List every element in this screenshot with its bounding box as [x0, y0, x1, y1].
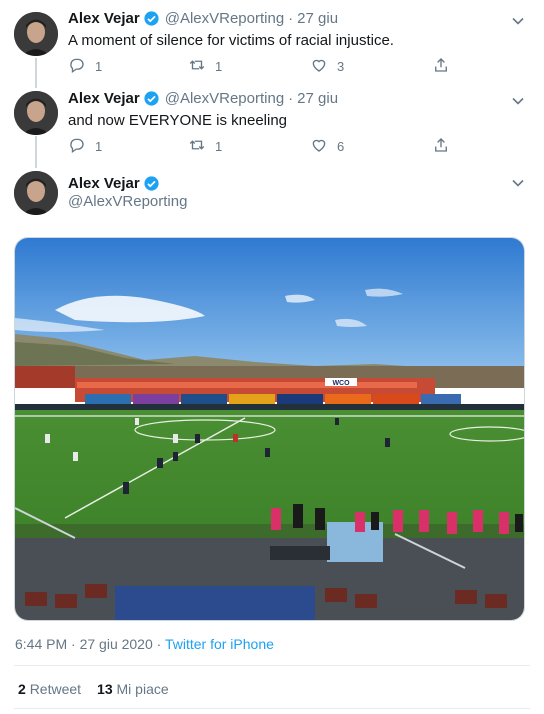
- retweets-stat[interactable]: 2 Retweet: [18, 681, 81, 697]
- share-icon: [432, 136, 459, 157]
- tweet-meta: 6:44 PM · 27 giu 2020 · Twitter for iPho…: [15, 636, 274, 652]
- share-button[interactable]: [432, 56, 459, 77]
- like-icon: [310, 56, 337, 77]
- tweet-time[interactable]: 27 giu: [297, 90, 338, 107]
- author-handle[interactable]: @AlexVReporting: [165, 10, 284, 27]
- retweet-count: 1: [215, 139, 223, 154]
- author-handle[interactable]: @AlexVReporting: [68, 193, 187, 210]
- tweet-source-link[interactable]: Twitter for iPhone: [165, 636, 274, 652]
- like-button[interactable]: 3: [310, 56, 344, 77]
- likes-label: Mi piace: [116, 681, 169, 697]
- like-count: 6: [337, 139, 345, 154]
- reply-icon: [68, 136, 95, 157]
- chevron-down-icon[interactable]: [510, 93, 526, 109]
- avatar[interactable]: [14, 171, 58, 215]
- verified-badge-icon: [143, 10, 160, 27]
- divider: [14, 708, 530, 709]
- like-count: 3: [337, 59, 345, 74]
- tweet-stats: 2 Retweet 13 Mi piace: [18, 681, 169, 697]
- reply-count: 1: [95, 139, 103, 154]
- author-name[interactable]: Alex Vejar: [68, 90, 140, 107]
- tweet-header: Alex Vejar @AlexVReporting · 27 giu: [68, 90, 338, 107]
- reply-button[interactable]: 1: [68, 56, 102, 77]
- share-button[interactable]: [432, 136, 459, 157]
- divider: [14, 665, 530, 666]
- separator: ·: [288, 10, 294, 27]
- verified-badge-icon: [143, 175, 160, 192]
- separator: ·: [288, 90, 294, 107]
- retweets-label: Retweet: [29, 681, 82, 697]
- reply-button[interactable]: 1: [68, 136, 102, 157]
- tweet-time[interactable]: 27 giu: [297, 10, 338, 27]
- chevron-down-icon[interactable]: [510, 175, 526, 191]
- retweet-button[interactable]: 1: [188, 136, 222, 157]
- author-handle[interactable]: @AlexVReporting: [165, 90, 284, 107]
- retweet-count: 1: [215, 59, 223, 74]
- retweets-count: 2: [18, 681, 26, 697]
- retweet-icon: [188, 136, 215, 157]
- thread-line: [35, 58, 37, 88]
- reply-icon: [68, 56, 95, 77]
- tweet-actions: 1 1 3: [68, 56, 458, 76]
- chevron-down-icon[interactable]: [510, 13, 526, 29]
- tweet-text: A moment of silence for victims of racia…: [68, 32, 394, 49]
- retweet-icon: [188, 56, 215, 77]
- likes-count: 13: [97, 681, 113, 697]
- like-icon: [310, 136, 337, 157]
- retweet-button[interactable]: 1: [188, 56, 222, 77]
- avatar[interactable]: [14, 91, 58, 135]
- share-icon: [432, 56, 459, 77]
- tweet-text: and now EVERYONE is kneeling: [68, 112, 288, 129]
- avatar[interactable]: [14, 12, 58, 56]
- author-name[interactable]: Alex Vejar: [68, 10, 140, 27]
- author-name[interactable]: Alex Vejar: [68, 175, 140, 192]
- thread-line: [35, 136, 37, 168]
- tweet-actions: 1 1 6: [68, 136, 458, 156]
- tweet-timestamp[interactable]: 6:44 PM · 27 giu 2020 ·: [15, 636, 165, 652]
- tweet-header: Alex Vejar @AlexVReporting · 27 giu: [68, 10, 338, 27]
- reply-count: 1: [95, 59, 103, 74]
- like-button[interactable]: 6: [310, 136, 344, 157]
- likes-stat[interactable]: 13 Mi piace: [97, 681, 169, 697]
- tweet-header: Alex Vejar: [68, 175, 160, 192]
- stadium-banner: WCO: [332, 380, 350, 387]
- tweet-photo[interactable]: WCO: [14, 237, 525, 621]
- verified-badge-icon: [143, 90, 160, 107]
